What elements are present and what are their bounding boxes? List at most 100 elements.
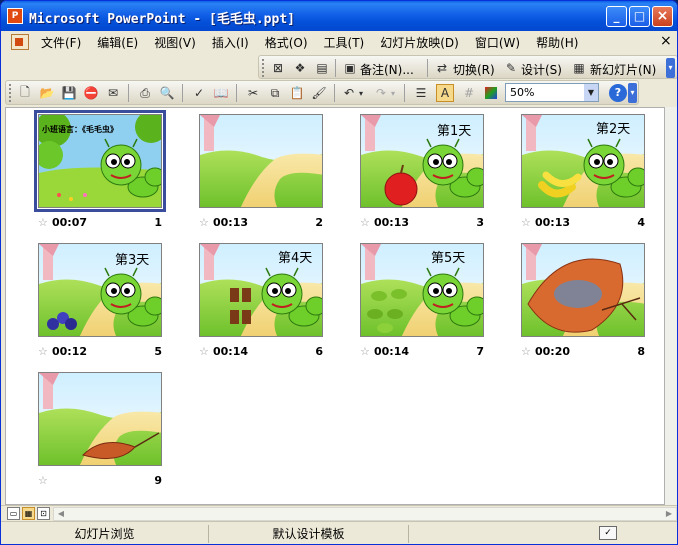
- slide-thumbnail-6[interactable]: 第4天: [199, 243, 323, 337]
- show-formatting-button[interactable]: A: [436, 84, 454, 102]
- transition-star-icon[interactable]: ☆: [360, 345, 370, 358]
- slide-thumbnail-1[interactable]: 小班语言：《毛毛虫》: [34, 110, 166, 212]
- open-button[interactable]: 📂: [38, 84, 56, 102]
- slide-day-label: 第1天: [437, 124, 472, 139]
- new-button[interactable]: 🗋: [16, 84, 34, 102]
- redo-dropdown[interactable]: ▾: [388, 84, 398, 102]
- slide-thumbnail-7[interactable]: 第5天: [360, 243, 484, 337]
- design-icon-button[interactable]: ✎: [502, 59, 520, 77]
- close-icon: ×: [656, 8, 669, 24]
- spelling-button[interactable]: ✓: [190, 84, 208, 102]
- toolbar-options-chevron[interactable]: ▾: [628, 83, 637, 103]
- menu-file[interactable]: 文件(F): [41, 34, 81, 51]
- toolbar-grip[interactable]: [9, 84, 12, 102]
- transition-star-icon[interactable]: ☆: [360, 216, 370, 229]
- notes-button[interactable]: 备注(N)...: [360, 61, 414, 78]
- research-button[interactable]: 📖: [212, 84, 230, 102]
- notes-icon-button[interactable]: ▣: [341, 59, 359, 77]
- transition-star-icon[interactable]: ☆: [521, 216, 531, 229]
- chevron-down-icon[interactable]: ▼: [584, 84, 598, 101]
- slide-thumbnail-9[interactable]: [38, 372, 162, 466]
- document-icon[interactable]: [11, 34, 29, 50]
- transition-star-icon[interactable]: ☆: [199, 216, 209, 229]
- transition-star-icon[interactable]: ☆: [521, 345, 531, 358]
- summary-slide-button[interactable]: ❖: [291, 59, 309, 77]
- menu-help[interactable]: 帮助(H): [536, 34, 578, 51]
- save-button[interactable]: 💾: [60, 84, 78, 102]
- transition-button[interactable]: 切换(R): [453, 61, 495, 78]
- permission-icon: ⛔: [83, 86, 99, 100]
- spelling-status-icon[interactable]: ✓: [599, 526, 617, 540]
- scroll-left-icon[interactable]: ◀: [54, 508, 68, 520]
- print-button[interactable]: ⎙: [136, 84, 154, 102]
- slide-sorter-icon: ▦: [24, 509, 33, 518]
- grid-button[interactable]: #: [460, 84, 478, 102]
- normal-view-button[interactable]: ▭: [7, 507, 20, 520]
- cut-button[interactable]: ✂: [244, 84, 262, 102]
- slide-info-4: ☆ 00:13 4: [521, 216, 645, 230]
- transition-star-icon[interactable]: ☆: [38, 216, 48, 229]
- slideshow-view-button[interactable]: ⊡: [37, 507, 50, 520]
- transition-star-icon[interactable]: ☆: [199, 345, 209, 358]
- view-bar: ▭ ▦ ⊡ ◀ ▶: [1, 505, 677, 521]
- maximize-icon: □: [633, 9, 646, 23]
- expand-slide-button[interactable]: ▤: [313, 59, 331, 77]
- powerpoint-window: P Microsoft PowerPoint - [毛毛虫.ppt] _ □ ×…: [0, 0, 678, 545]
- menu-edit[interactable]: 编辑(E): [97, 34, 138, 51]
- slide-timing: 00:07: [52, 216, 88, 229]
- color-grayscale-button[interactable]: [482, 84, 500, 102]
- slide-number: 9: [154, 474, 162, 487]
- close-button[interactable]: ×: [652, 6, 673, 27]
- research-icon: 📖: [213, 86, 229, 100]
- slide-thumbnail-4[interactable]: 第2天: [521, 114, 645, 208]
- slide-info-7: ☆ 00:14 7: [360, 345, 484, 359]
- transition-star-icon[interactable]: ☆: [38, 345, 48, 358]
- format-painter-button[interactable]: 🖌: [310, 84, 328, 102]
- menu-slideshow[interactable]: 幻灯片放映(D): [380, 34, 459, 51]
- transition-star-icon[interactable]: ☆: [38, 474, 48, 487]
- zoom-select[interactable]: 50% ▼: [505, 83, 599, 102]
- email-button[interactable]: ✉: [104, 84, 122, 102]
- slide-thumbnail-2[interactable]: [199, 114, 323, 208]
- permission-button[interactable]: ⛔: [82, 84, 100, 102]
- menu-window[interactable]: 窗口(W): [475, 34, 520, 51]
- slide-day-label: 第4天: [278, 251, 313, 266]
- menu-insert[interactable]: 插入(I): [212, 34, 249, 51]
- new-slide-icon-button[interactable]: ▦: [570, 59, 588, 77]
- document-close-button[interactable]: ×: [660, 33, 672, 49]
- design-button[interactable]: 设计(S): [521, 61, 562, 78]
- design-icon: ✎: [505, 61, 517, 75]
- toolbar-options-chevron[interactable]: ▾: [666, 58, 675, 78]
- copy-icon: ⧉: [270, 85, 280, 100]
- slide-day-label: 第5天: [431, 251, 466, 266]
- new-slide-button[interactable]: 新幻灯片(N): [590, 61, 656, 78]
- slide-thumbnail-3[interactable]: 第1天: [360, 114, 484, 208]
- maximize-button[interactable]: □: [629, 6, 650, 27]
- menu-format[interactable]: 格式(O): [265, 34, 308, 51]
- redo-icon: ↷: [375, 86, 387, 100]
- slide-info-8: ☆ 00:20 8: [521, 345, 645, 359]
- spelling-icon: ✓: [193, 86, 205, 100]
- copy-button[interactable]: ⧉: [266, 84, 284, 102]
- horizontal-scrollbar[interactable]: ◀ ▶: [53, 507, 677, 521]
- menu-tools[interactable]: 工具(T): [324, 34, 365, 51]
- vertical-scrollbar[interactable]: [665, 107, 677, 505]
- grid-icon: #: [463, 86, 475, 100]
- expand-all-button[interactable]: ☰: [412, 84, 430, 102]
- slide-sorter-view-button[interactable]: ▦: [22, 507, 35, 520]
- undo-dropdown[interactable]: ▾: [356, 84, 366, 102]
- print-preview-button[interactable]: 🔍: [158, 84, 176, 102]
- menu-view[interactable]: 视图(V): [154, 34, 196, 51]
- slide-thumbnail-8[interactable]: [521, 243, 645, 337]
- slide-info-3: ☆ 00:13 3: [360, 216, 484, 230]
- paste-button[interactable]: 📋: [288, 84, 306, 102]
- transition-icon-button[interactable]: ⇄: [433, 59, 451, 77]
- powerpoint-app-icon[interactable]: P: [7, 8, 23, 24]
- slide-thumbnail-5[interactable]: 第3天: [38, 243, 162, 337]
- toolbar-grip[interactable]: [262, 59, 265, 77]
- new-icon: 🗋: [20, 84, 30, 99]
- help-button[interactable]: ?: [609, 84, 627, 102]
- minimize-button[interactable]: _: [606, 6, 627, 27]
- hide-slide-button[interactable]: ⊠: [269, 59, 287, 77]
- scroll-right-icon[interactable]: ▶: [662, 508, 676, 520]
